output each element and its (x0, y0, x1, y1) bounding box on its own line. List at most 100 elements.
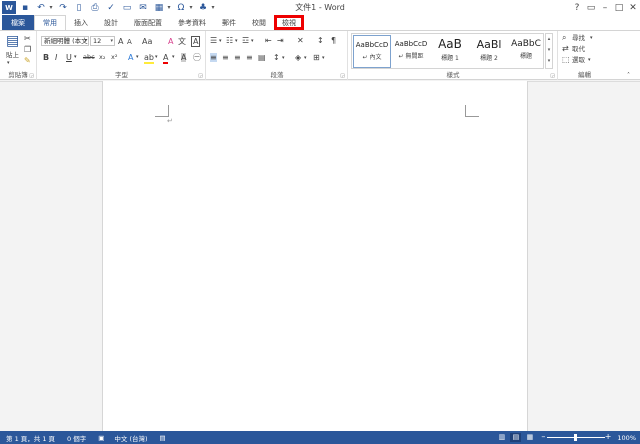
tab-home[interactable]: 常用 (34, 15, 66, 30)
select-icon[interactable]: ⬚ (562, 55, 570, 64)
maximize-button[interactable]: □ (612, 0, 626, 15)
word-count[interactable]: 0 個字 (67, 433, 86, 443)
increase-indent-icon[interactable]: ⇥ (277, 36, 284, 45)
multilevel-list-icon[interactable]: ☲ (242, 36, 249, 45)
style-normal[interactable]: AaBbCcD ↵ 內文 (353, 35, 391, 68)
grow-font-icon[interactable]: A (118, 37, 123, 46)
text-effects-dropdown-icon[interactable]: ▾ (136, 53, 139, 62)
tab-review[interactable]: 校閱 (244, 15, 274, 30)
borders-dropdown-icon[interactable]: ▾ (322, 54, 325, 63)
highlight-dropdown-icon[interactable]: ▾ (155, 53, 158, 62)
save-icon[interactable]: ▪ (18, 1, 32, 14)
tab-file[interactable]: 檔案 (2, 15, 34, 30)
sort-icon[interactable]: ↕ (317, 36, 324, 45)
replace-label[interactable]: 取代 (572, 45, 585, 54)
table-dropdown-icon[interactable]: ▾ (166, 4, 172, 11)
highlight-icon[interactable]: ab (144, 53, 154, 64)
zoom-out-icon[interactable]: – (541, 432, 545, 441)
zoom-in-icon[interactable]: + (605, 432, 612, 441)
gallery-down-icon[interactable]: ▾ (546, 45, 552, 56)
shrink-font-icon[interactable]: A (127, 38, 132, 47)
read-mode-icon[interactable]: ▥ (496, 433, 507, 442)
language-indicator[interactable]: 中文 (台灣) (114, 433, 147, 443)
chinese-layout-icon[interactable]: ✕ (297, 36, 304, 45)
numbering-dropdown-icon[interactable]: ▾ (235, 37, 238, 46)
undo-dropdown-icon[interactable]: ▾ (48, 4, 54, 11)
select-label[interactable]: 選取 (572, 56, 585, 65)
undo-icon[interactable]: ↶ (34, 1, 48, 14)
document-page[interactable]: ↵ (102, 81, 528, 431)
word-logo-icon[interactable]: W (2, 1, 16, 14)
line-spacing-icon[interactable]: ↕ (273, 53, 280, 62)
numbering-icon[interactable]: ☷ (226, 36, 233, 45)
shapes-icon[interactable]: ♣ (196, 1, 210, 14)
change-case-icon[interactable]: Aa (142, 37, 152, 46)
close-button[interactable]: ✕ (626, 0, 640, 15)
page-count[interactable]: 第 1 頁，共 1 頁 (6, 433, 55, 443)
print-layout-icon[interactable]: ▤ (510, 433, 522, 442)
bold-icon[interactable]: B (43, 53, 49, 62)
styles-launcher-icon[interactable]: ◲ (550, 73, 555, 79)
tab-insert[interactable]: 插入 (66, 15, 96, 30)
gallery-more-icon[interactable]: ▾ (546, 56, 552, 67)
shading-icon[interactable]: ◈ (295, 53, 301, 62)
font-color-dropdown-icon[interactable]: ▾ (172, 53, 175, 62)
font-name-dropdown-icon[interactable]: ▾ (84, 37, 87, 45)
spelling-icon[interactable]: ✓ (104, 1, 118, 14)
find-label[interactable]: 尋找 (572, 34, 585, 43)
customize-qa-icon[interactable]: ▾ (210, 4, 216, 11)
underline-dropdown-icon[interactable]: ▾ (74, 53, 77, 62)
font-size-combo[interactable]: 12 ▾ (90, 36, 115, 46)
distributed-icon[interactable]: ▤ (258, 53, 266, 62)
justify-icon[interactable]: ≡ (246, 53, 253, 62)
email-icon[interactable]: ✉ (136, 1, 150, 14)
ribbon-display-button[interactable]: ▭ (584, 0, 598, 15)
borders-icon[interactable]: ⊞ (313, 53, 320, 62)
text-effects-icon[interactable]: A (128, 53, 133, 62)
show-marks-icon[interactable]: ¶ (331, 36, 336, 45)
zoom-thumb[interactable] (574, 434, 578, 441)
enclose-characters-icon[interactable]: ㊀ (193, 53, 201, 62)
paste-dropdown-icon[interactable]: ▾ (7, 59, 10, 68)
table-icon[interactable]: ▦ (152, 1, 166, 14)
clear-formatting-icon[interactable]: A (168, 37, 173, 46)
help-button[interactable]: ? (570, 0, 584, 15)
tab-mailings[interactable]: 郵件 (214, 15, 244, 30)
bullets-icon[interactable]: ☰ (210, 36, 217, 45)
tab-view[interactable]: 檢視 (274, 15, 304, 30)
character-shading-icon[interactable]: A (181, 53, 187, 62)
zoom-slider[interactable]: – + (541, 432, 612, 442)
strikethrough-icon[interactable]: abc (83, 53, 95, 62)
align-right-icon[interactable]: ≡ (234, 53, 241, 62)
macro-icon[interactable]: ▤ (160, 434, 166, 442)
subscript-icon[interactable]: x₂ (99, 53, 105, 62)
tab-design[interactable]: 設計 (96, 15, 126, 30)
font-color-icon[interactable]: A (163, 53, 169, 64)
cut-icon[interactable]: ✂ (24, 34, 31, 43)
align-center-icon[interactable]: ≡ (222, 53, 229, 62)
style-no-spacing[interactable]: AaBbCcD ↵ 無間距 (392, 35, 430, 68)
collapse-ribbon-icon[interactable]: ˄ (627, 71, 630, 80)
font-launcher-icon[interactable]: ◲ (198, 73, 203, 79)
symbol-dropdown-icon[interactable]: ▾ (188, 4, 194, 11)
print-preview-icon[interactable]: ⎙ (88, 1, 102, 14)
font-size-dropdown-icon[interactable]: ▾ (110, 37, 113, 45)
paragraph-launcher-icon[interactable]: ◲ (340, 73, 345, 79)
italic-icon[interactable]: I (55, 53, 57, 62)
tab-references[interactable]: 參考資料 (170, 15, 214, 30)
style-title[interactable]: AaBbC 標題 (507, 35, 545, 68)
new-icon[interactable]: ▯ (72, 1, 86, 14)
open-icon[interactable]: ▭ (120, 1, 134, 14)
multilevel-dropdown-icon[interactable]: ▾ (251, 37, 254, 46)
document-area[interactable]: ↵ (0, 81, 640, 431)
paste-icon[interactable]: ▤ (6, 34, 19, 48)
find-icon[interactable]: ⌕ (562, 33, 566, 42)
shading-dropdown-icon[interactable]: ▾ (304, 54, 307, 63)
character-border-icon[interactable]: A (191, 36, 201, 47)
clipboard-launcher-icon[interactable]: ◲ (29, 73, 34, 79)
replace-icon[interactable]: ⇄ (562, 44, 569, 53)
symbol-icon[interactable]: Ω (174, 1, 188, 14)
proofing-icon[interactable]: ▣ (98, 434, 104, 442)
superscript-icon[interactable]: x² (111, 53, 117, 62)
font-name-combo[interactable]: 新細明體 (本文 ▾ (41, 36, 89, 46)
